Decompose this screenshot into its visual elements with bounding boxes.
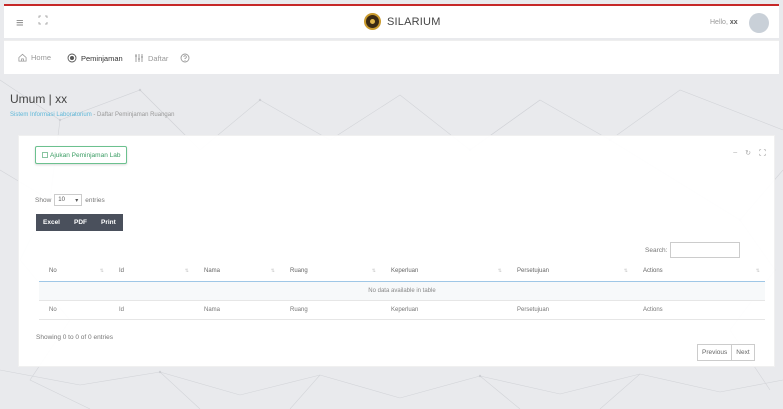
user-avatar[interactable] — [749, 13, 769, 33]
peminjaman-icon — [67, 53, 77, 63]
sort-icon: ⇅ — [755, 268, 760, 274]
sort-icon: ⇅ — [497, 268, 502, 274]
help-circle-icon — [180, 53, 190, 63]
print-button[interactable]: Print — [94, 214, 123, 231]
app-logo-icon — [364, 13, 381, 30]
breadcrumb: Sistem Informasi Laboratorium - Daftar P… — [10, 112, 174, 118]
list-grid-icon — [135, 54, 143, 62]
export-buttons: Excel PDF Print — [36, 214, 123, 231]
page-header: Umum | xx Sistem Informasi Laboratorium … — [10, 92, 174, 118]
home-icon — [18, 53, 27, 62]
breadcrumb-current: Daftar Peminjaman Ruangan — [97, 112, 175, 118]
footer-ruang: Ruang — [280, 300, 381, 320]
search-label: Search: — [645, 246, 668, 254]
refresh-icon[interactable]: ↻ — [745, 149, 751, 157]
show-label: Show — [35, 196, 52, 204]
table-header-row: No ⇅ Id ⇅ Nama ⇅ Ruang ⇅ Keperluan ⇅ Persetuj… — [39, 262, 765, 282]
caret-down-icon: ▾ — [75, 197, 79, 204]
entries-select[interactable]: 10 ▾ — [54, 194, 83, 206]
sort-icon: ⇅ — [270, 268, 275, 274]
nav-daftar-label: Daftar — [148, 53, 169, 63]
table-info: Showing 0 to 0 of 0 entries — [36, 334, 113, 341]
column-header-keperluan[interactable]: Keperluan ⇅ — [381, 262, 507, 282]
hamburger-menu-icon[interactable]: ≡ — [16, 15, 24, 30]
footer-nama: Nama — [194, 300, 280, 320]
sort-icon: ⇅ — [371, 268, 376, 274]
loan-list-card: Ajukan Peminjaman Lab – ↻ Show 10 ▾ entri… — [18, 135, 775, 367]
user-greeting: Hello, xx — [710, 19, 738, 26]
footer-persetujuan: Persetujuan — [507, 300, 633, 320]
expand-card-icon[interactable] — [759, 149, 766, 156]
ajukan-button-label: Ajukan Peminjaman Lab — [50, 151, 121, 159]
sort-icon: ⇅ — [623, 268, 628, 274]
column-header-persetujuan[interactable]: Persetujuan ⇅ — [507, 262, 633, 282]
column-header-ruang[interactable]: Ruang ⇅ — [280, 262, 381, 282]
column-header-no[interactable]: No ⇅ — [39, 262, 109, 282]
card-tools: – ↻ — [733, 149, 766, 157]
pdf-button[interactable]: PDF — [67, 214, 94, 231]
next-button[interactable]: Next — [731, 344, 755, 361]
app-brand[interactable]: SILARIUM — [364, 13, 441, 30]
fullscreen-icon[interactable] — [38, 15, 48, 25]
table-footer-row: No Id Nama Ruang Keperluan Persetujuan A… — [39, 300, 765, 320]
nav-peminjaman[interactable]: Peminjaman — [67, 53, 123, 63]
breadcrumb-home-link[interactable]: Sistem Informasi Laboratorium — [10, 112, 92, 118]
nav-home-label: Home — [31, 53, 52, 62]
top-bar: ≡ SILARIUM Hello, xx — [4, 4, 779, 38]
square-icon — [42, 152, 48, 158]
entries-length-control: Show 10 ▾ entries — [35, 194, 105, 206]
footer-id: Id — [109, 300, 194, 320]
entries-label: entries — [85, 196, 105, 204]
user-name: xx — [729, 19, 738, 26]
nav-help[interactable] — [180, 53, 190, 63]
column-header-nama[interactable]: Nama ⇅ — [194, 262, 280, 282]
sort-icon: ⇅ — [99, 268, 104, 274]
ajukan-peminjaman-button[interactable]: Ajukan Peminjaman Lab — [35, 146, 128, 164]
footer-keperluan: Keperluan — [381, 300, 507, 320]
page-title: Umum | xx — [10, 92, 68, 106]
search-input[interactable] — [670, 242, 741, 258]
footer-no: No — [39, 300, 109, 320]
app-name: SILARIUM — [387, 15, 441, 28]
pagination: Previous Next — [697, 344, 755, 361]
footer-actions: Actions — [633, 300, 765, 320]
nav-daftar[interactable]: Daftar — [134, 53, 168, 63]
previous-button[interactable]: Previous — [697, 344, 733, 361]
empty-table-message: No data available in table — [39, 281, 765, 301]
collapse-icon[interactable]: – — [733, 149, 737, 157]
table-row: No data available in table — [39, 281, 765, 301]
main-nav: Home Peminjaman Daftar — [4, 40, 779, 74]
excel-button[interactable]: Excel — [36, 214, 67, 231]
nav-home[interactable]: Home — [18, 53, 51, 62]
nav-peminjaman-label: Peminjaman — [81, 53, 123, 63]
column-header-actions[interactable]: Actions ⇅ — [633, 262, 765, 282]
table-search: Search: — [645, 242, 741, 258]
column-header-id[interactable]: Id ⇅ — [109, 262, 194, 282]
loan-table: No ⇅ Id ⇅ Nama ⇅ Ruang ⇅ Keperluan ⇅ Persetuj… — [39, 262, 765, 320]
sort-icon: ⇅ — [184, 268, 189, 274]
